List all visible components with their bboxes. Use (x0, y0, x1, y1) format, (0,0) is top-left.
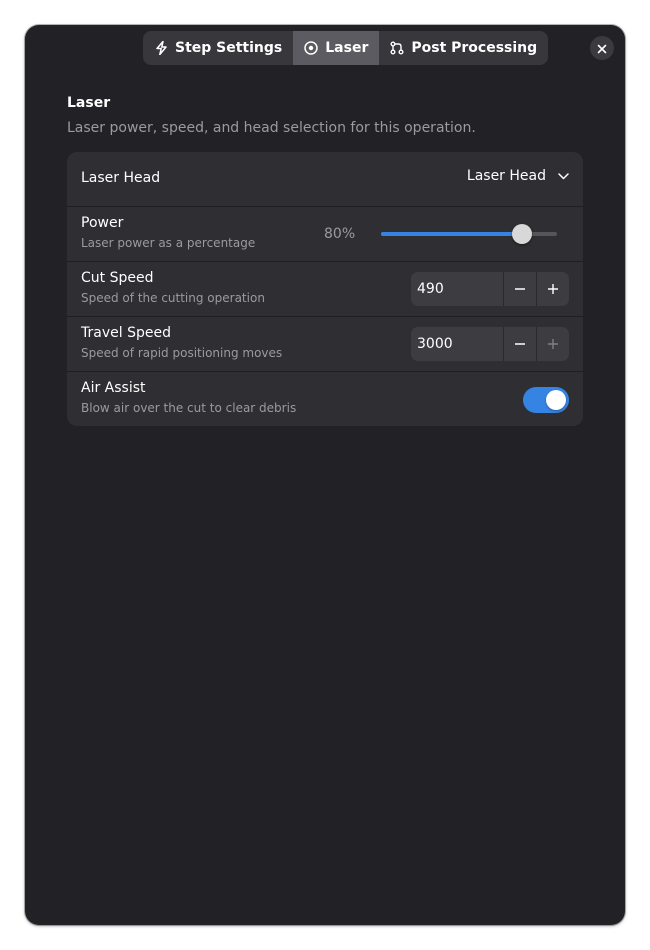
section-description: Laser power, speed, and head selection f… (67, 120, 476, 136)
section-title: Laser (67, 95, 111, 111)
power-slider-handle[interactable] (511, 224, 532, 244)
laser-head-dropdown[interactable]: Laser Head (467, 168, 569, 184)
power-slider[interactable] (381, 224, 557, 244)
cut-speed-spinbutton (411, 272, 569, 306)
dialog-window: Step Settings Laser Post Processing Lase… (25, 25, 625, 925)
power-row: Power Laser power as a percentage 80% (67, 207, 583, 262)
laser-head-row[interactable]: Laser Head Laser Head (67, 152, 583, 207)
travel-speed-input[interactable] (411, 327, 503, 361)
post-processing-icon (390, 41, 404, 55)
travel-speed-title: Travel Speed (81, 325, 171, 341)
tab-label: Laser (325, 40, 369, 56)
air-assist-title: Air Assist (81, 380, 146, 396)
cut-speed-subtitle: Speed of the cutting operation (81, 291, 265, 305)
close-icon (597, 39, 607, 58)
tab-step-settings[interactable]: Step Settings (143, 31, 293, 65)
minus-icon (514, 280, 526, 299)
switch-knob (546, 390, 566, 410)
air-assist-switch[interactable] (523, 387, 569, 413)
laser-head-title: Laser Head (81, 170, 161, 186)
power-title: Power (81, 215, 124, 231)
chevron-down-icon (558, 168, 569, 184)
plus-icon (547, 280, 559, 299)
view-switcher: Step Settings Laser Post Processing (143, 31, 549, 65)
power-subtitle: Laser power as a percentage (81, 236, 256, 250)
air-assist-subtitle: Blow air over the cut to clear debris (81, 401, 297, 415)
minus-icon (514, 335, 526, 354)
power-slider-fill (381, 232, 522, 236)
lightning-icon (154, 41, 168, 55)
tab-label: Step Settings (175, 40, 283, 56)
travel-speed-subtitle: Speed of rapid positioning moves (81, 346, 283, 360)
travel-speed-increment-button[interactable] (536, 327, 569, 361)
cut-speed-input[interactable] (411, 272, 503, 306)
travel-speed-decrement-button[interactable] (503, 327, 536, 361)
cut-speed-increment-button[interactable] (536, 272, 569, 306)
tab-label: Post Processing (411, 40, 538, 56)
cut-speed-decrement-button[interactable] (503, 272, 536, 306)
cut-speed-row: Cut Speed Speed of the cutting operation (67, 262, 583, 317)
power-value-label: 80% (324, 226, 356, 242)
travel-speed-spinbutton (411, 327, 569, 361)
air-assist-row: Air Assist Blow air over the cut to clea… (67, 372, 583, 426)
plus-icon (547, 335, 559, 354)
close-button[interactable] (590, 36, 614, 60)
laser-head-selected: Laser Head (466, 168, 546, 184)
travel-speed-row: Travel Speed Speed of rapid positioning … (67, 317, 583, 372)
tab-post-processing[interactable]: Post Processing (379, 31, 548, 65)
cut-speed-title: Cut Speed (81, 270, 154, 286)
tab-laser[interactable]: Laser (293, 31, 380, 65)
laser-settings-group: Laser Head Laser Head Power Laser power … (67, 152, 583, 426)
laser-target-icon (304, 41, 318, 55)
